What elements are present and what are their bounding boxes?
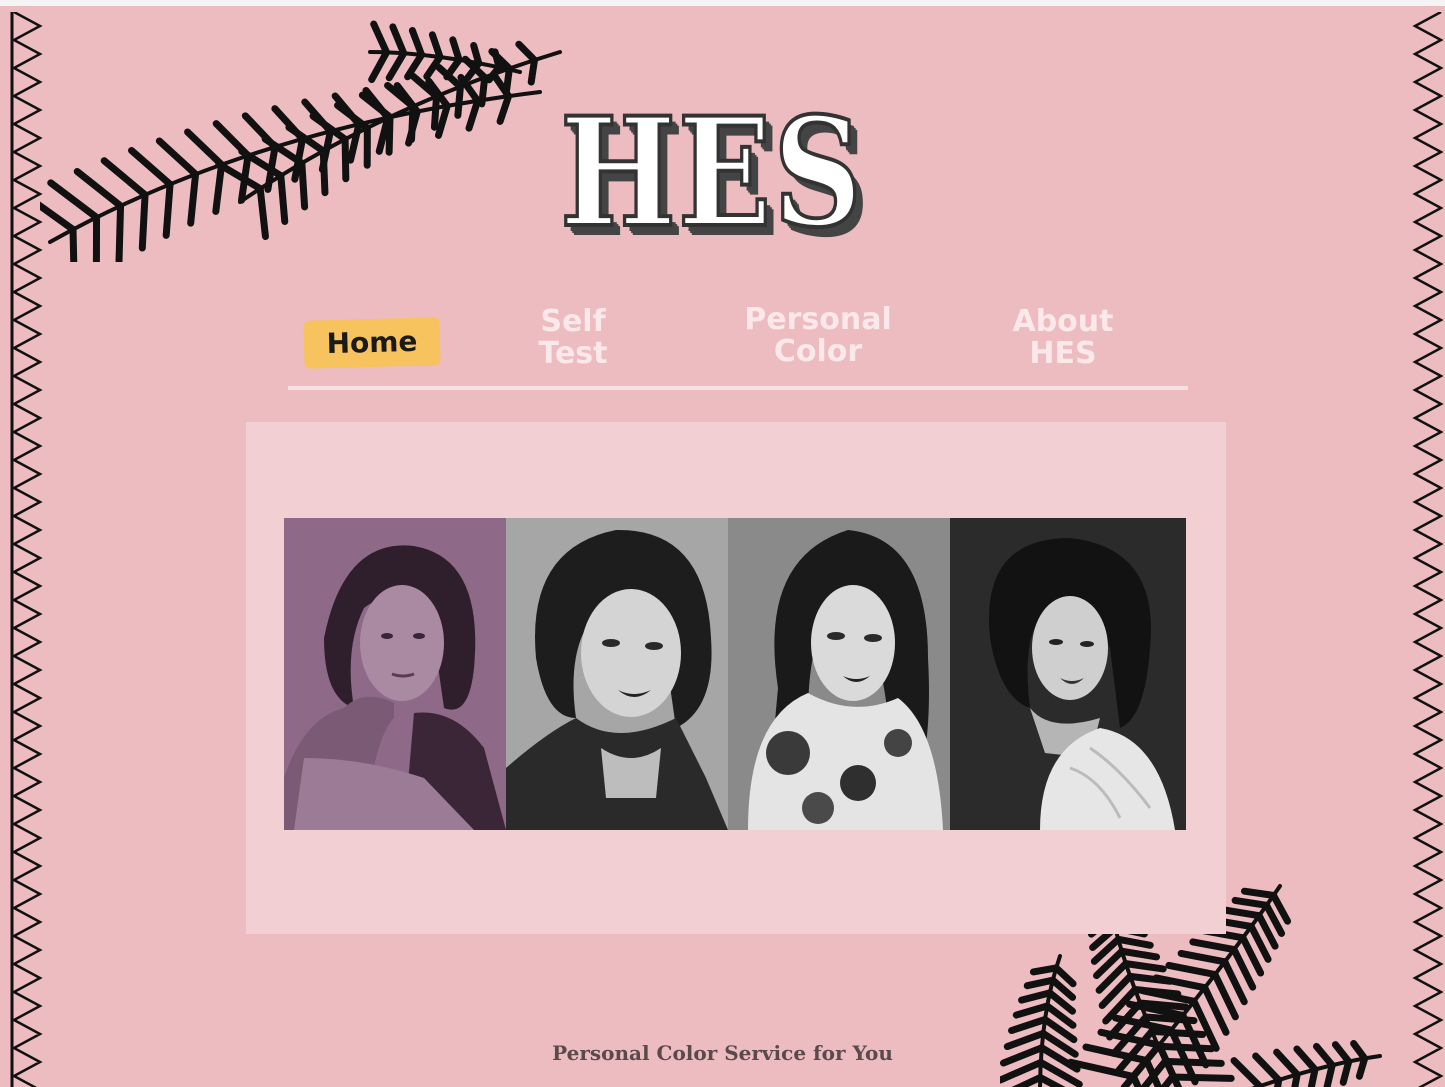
portrait-photo-1 [284, 518, 506, 830]
portrait-gallery [284, 518, 1186, 830]
portrait-photo-4 [950, 518, 1186, 830]
nav-self-test[interactable]: Self Test [528, 306, 618, 370]
nav-about-hes[interactable]: About HES [1008, 306, 1118, 370]
nav-home[interactable]: Home [303, 317, 441, 369]
site-logo[interactable]: HES [558, 96, 863, 258]
portrait-photo-2 [506, 518, 728, 830]
zigzag-border-right [1412, 12, 1444, 1087]
portrait-photo-3 [728, 518, 950, 830]
page-frame: HES Home Self Test Personal Color About … [0, 0, 1445, 1087]
fern-decoration-top-left [40, 20, 562, 262]
nav-divider [288, 386, 1188, 390]
footer-tagline: Personal Color Service for You [552, 1041, 893, 1065]
nav-personal-color[interactable]: Personal Color [743, 304, 893, 368]
main-nav: Home Self Test Personal Color About HES [288, 296, 1188, 390]
